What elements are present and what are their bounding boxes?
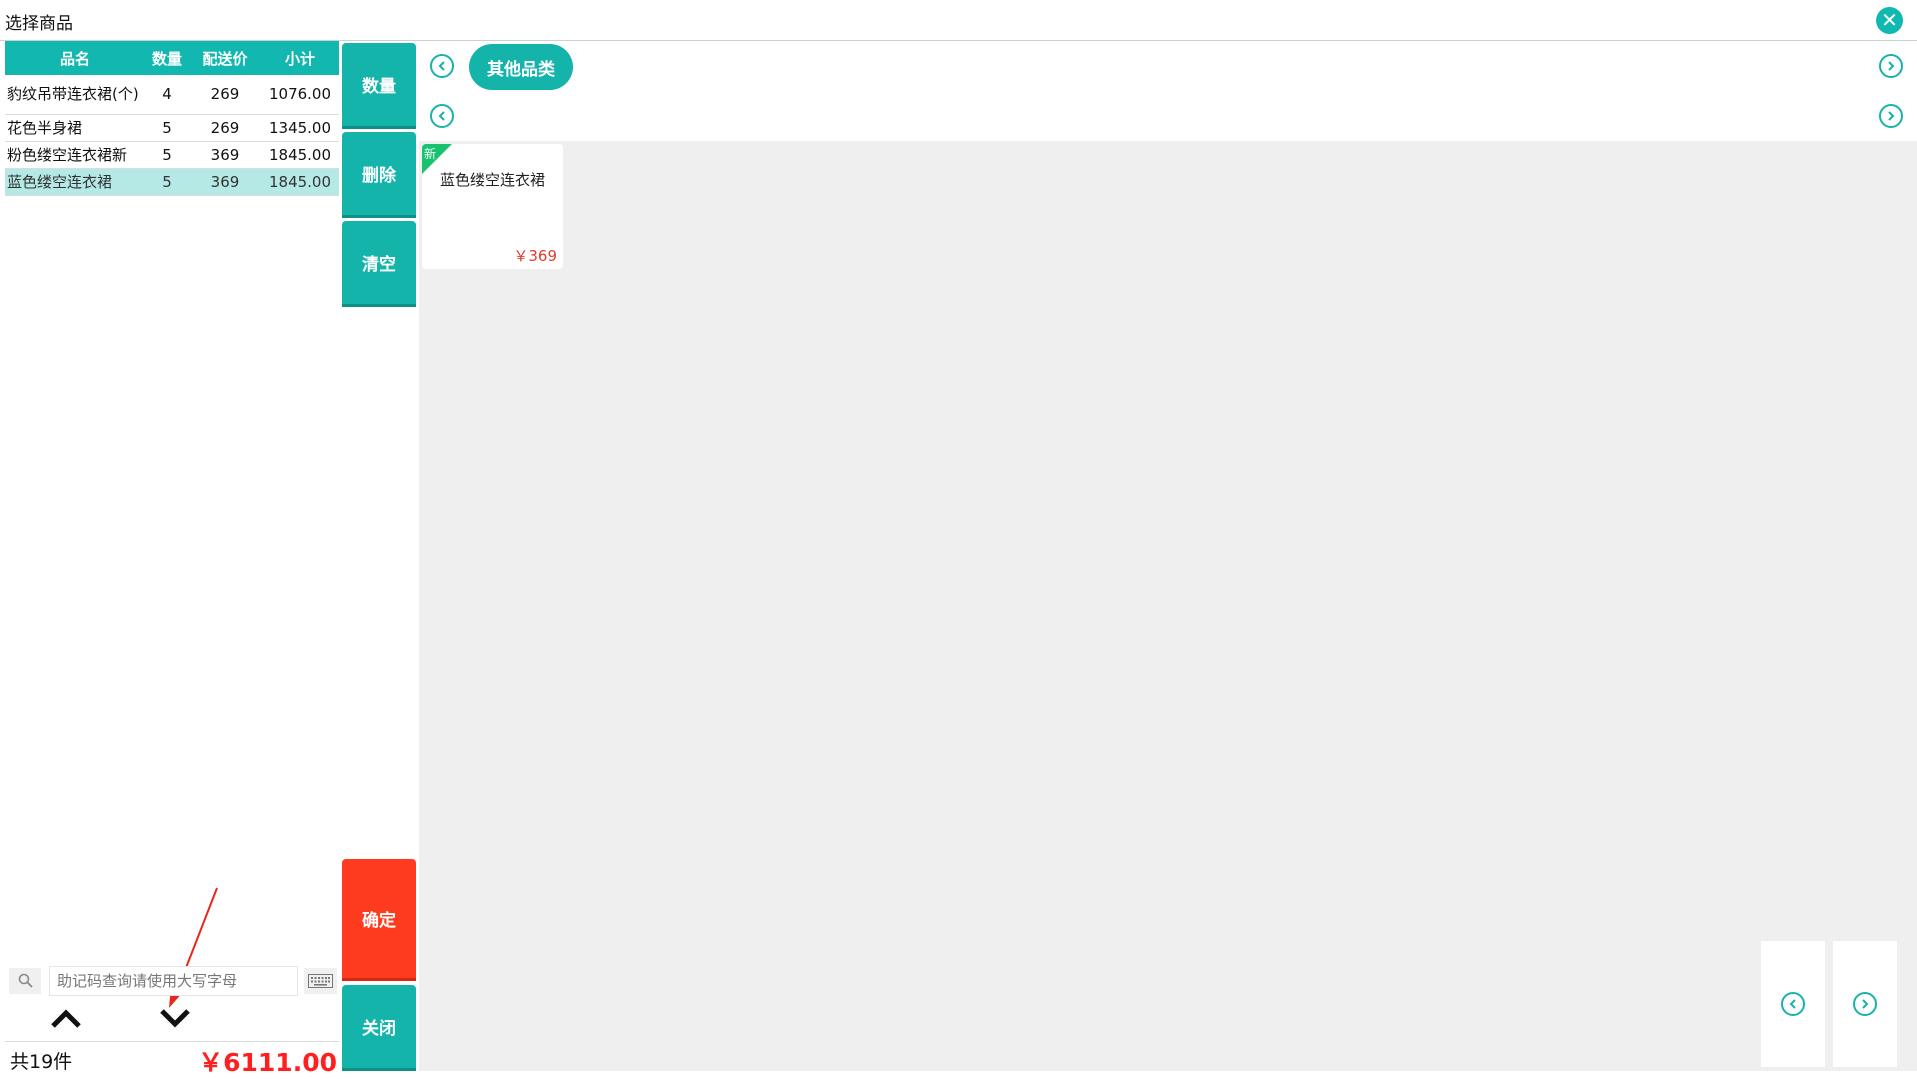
table-row[interactable]: 豹纹吊带连衣裙(个) 4 269 1076.00: [5, 75, 339, 115]
row-subtotal: 1345.00: [261, 114, 339, 142]
qty-button[interactable]: 数量: [342, 43, 416, 129]
product-grid: 新 蓝色缕空连衣裙 ￥369: [419, 141, 1917, 1071]
close-icon[interactable]: ✕: [1876, 7, 1903, 34]
column-header-subtotal: 小计: [261, 41, 339, 75]
row-subtotal: 1076.00: [261, 75, 339, 115]
item-count: 共19件: [10, 1051, 73, 1073]
keyboard-icon[interactable]: [304, 968, 337, 994]
window-title: 选择商品: [5, 14, 73, 34]
new-badge-label: 新: [424, 147, 437, 161]
table-row-selected[interactable]: 蓝色缕空连衣裙 5 369 1845.00: [5, 168, 339, 196]
order-footer: 共19件 ￥6111.00: [5, 1041, 339, 1077]
row-qty: 5: [145, 114, 189, 142]
chevron-down-icon[interactable]: [159, 1007, 191, 1029]
close-button[interactable]: 关闭: [342, 985, 416, 1071]
row-subtotal: 1845.00: [261, 168, 339, 196]
row-price: 369: [189, 168, 261, 196]
category-bar: 其他品类: [419, 41, 1917, 141]
scroll-arrows: [5, 1003, 339, 1037]
search-input[interactable]: [49, 966, 298, 996]
product-name: 蓝色缕空连衣裙: [440, 171, 546, 189]
chevron-right-icon[interactable]: [1879, 54, 1903, 78]
row-price: 269: [189, 75, 261, 115]
row-name: 蓝色缕空连衣裙: [5, 168, 145, 196]
product-card[interactable]: 新 蓝色缕空连衣裙 ￥369: [422, 144, 563, 269]
clear-button[interactable]: 清空: [342, 221, 416, 307]
search-row: [5, 966, 339, 996]
table-row[interactable]: 花色半身裙 5 269 1345.00: [5, 114, 339, 142]
row-price: 369: [189, 141, 261, 169]
row-qty: 5: [145, 168, 189, 196]
row-name: 花色半身裙: [5, 114, 145, 142]
chevron-right-icon[interactable]: [1879, 104, 1903, 128]
chevron-right-icon: [1853, 992, 1877, 1016]
chevron-up-icon[interactable]: [50, 1007, 82, 1029]
tab-other-category[interactable]: 其他品类: [469, 44, 573, 90]
row-subtotal: 1845.00: [261, 141, 339, 169]
row-qty: 5: [145, 141, 189, 169]
column-header-qty: 数量: [145, 41, 189, 75]
order-table-header: 品名 数量 配送价 小计: [5, 41, 339, 75]
confirm-button[interactable]: 确定: [342, 859, 416, 981]
row-price: 269: [189, 114, 261, 142]
delete-button[interactable]: 删除: [342, 132, 416, 218]
page-next-button[interactable]: [1833, 941, 1897, 1067]
column-header-name: 品名: [5, 41, 145, 75]
chevron-left-icon: [1781, 992, 1805, 1016]
title-bar: 选择商品 ✕: [0, 0, 1917, 41]
chevron-left-icon[interactable]: [430, 104, 454, 128]
page-prev-button[interactable]: [1761, 941, 1825, 1067]
product-price: ￥369: [513, 247, 557, 265]
order-panel: 品名 数量 配送价 小计 豹纹吊带连衣裙(个) 4 269 1076.00 花色…: [5, 41, 339, 1077]
order-total: ￥6111.00: [198, 1048, 337, 1077]
row-name: 豹纹吊带连衣裙(个): [5, 75, 145, 115]
table-row[interactable]: 粉色缕空连衣裙新 5 369 1845.00: [5, 141, 339, 169]
row-qty: 4: [145, 75, 189, 115]
row-name: 粉色缕空连衣裙新: [5, 141, 145, 169]
search-icon: [9, 968, 41, 994]
column-header-price: 配送价: [189, 41, 261, 75]
order-table: 品名 数量 配送价 小计 豹纹吊带连衣裙(个) 4 269 1076.00 花色…: [5, 41, 339, 196]
chevron-left-icon[interactable]: [430, 54, 454, 78]
